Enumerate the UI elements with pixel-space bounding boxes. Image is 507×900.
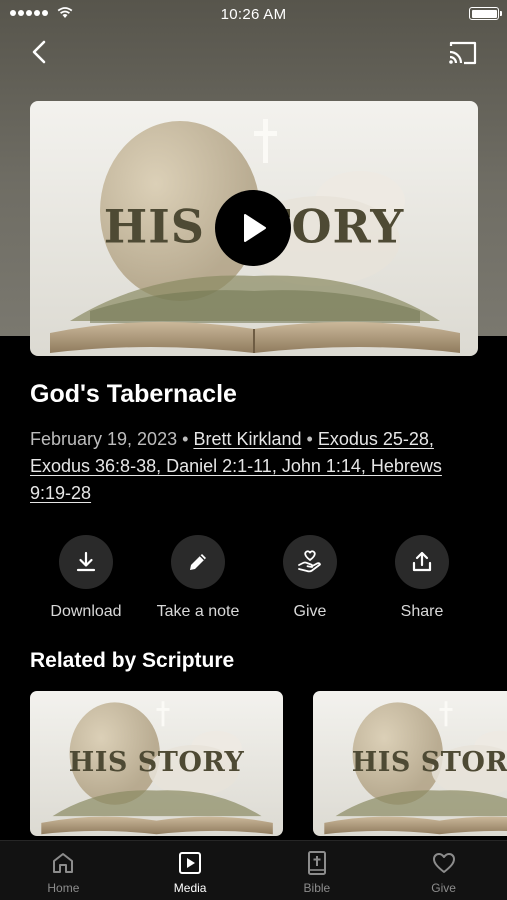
tab-media[interactable]: Media [127, 841, 254, 900]
take-note-label: Take a note [156, 603, 240, 620]
give-hand-heart-icon [298, 550, 321, 573]
related-item-title: HIS STORY [68, 746, 245, 778]
give-button[interactable]: Give [254, 535, 366, 621]
download-icon [76, 551, 96, 572]
take-note-button-circle[interactable] [171, 535, 225, 589]
meta-separator: • [182, 429, 189, 449]
play-button[interactable] [215, 190, 291, 266]
cast-icon [449, 41, 477, 65]
chevron-left-icon [32, 40, 46, 64]
tab-bar: Home Media Bible Give [0, 840, 507, 900]
status-bar: 10:26 AM [0, 0, 507, 28]
sermon-title: God's Tabernacle [30, 380, 237, 408]
bible-icon [307, 851, 326, 875]
action-row: Download Take a note Give Share [30, 535, 478, 621]
related-item-title: HIS STORY [351, 746, 507, 778]
home-icon [53, 853, 74, 873]
share-icon [412, 551, 432, 572]
related-item[interactable]: HIS STORY [30, 691, 283, 836]
cast-button[interactable] [445, 38, 479, 68]
tab-home-label: Home [47, 881, 80, 895]
give-button-circle[interactable] [283, 535, 337, 589]
related-carousel[interactable]: HIS STORY HIS STORY [30, 691, 507, 836]
download-button-circle[interactable] [59, 535, 113, 589]
share-button-circle[interactable] [395, 535, 449, 589]
sermon-artwork[interactable]: HIS STORY [30, 101, 478, 356]
sermon-meta: February 19, 2023 • Brett Kirkland • Exo… [30, 426, 480, 507]
tab-bible[interactable]: Bible [254, 841, 381, 900]
give-label: Give [293, 603, 327, 620]
back-button[interactable] [24, 36, 58, 70]
tab-give-label: Give [431, 881, 456, 895]
tab-bible-label: Bible [303, 881, 331, 895]
heart-icon [432, 853, 455, 873]
download-label: Download [50, 603, 122, 620]
share-label: Share [400, 603, 444, 620]
related-section-title: Related by Scripture [30, 649, 235, 672]
meta-separator: • [306, 429, 313, 449]
tab-home[interactable]: Home [0, 841, 127, 900]
tab-media-label: Media [173, 881, 207, 895]
pencil-icon [190, 554, 206, 570]
tab-give[interactable]: Give [380, 841, 507, 900]
status-time: 10:26 AM [220, 6, 287, 23]
speaker-link[interactable]: Brett Kirkland [193, 429, 301, 449]
share-button[interactable]: Share [366, 535, 478, 621]
sermon-date: February 19, 2023 [30, 429, 178, 449]
media-play-icon [179, 852, 202, 874]
battery-icon [469, 7, 502, 20]
play-icon [244, 214, 266, 242]
related-item[interactable]: HIS STORY [313, 691, 507, 836]
download-button[interactable]: Download [30, 535, 142, 621]
take-note-button[interactable]: Take a note [142, 535, 254, 621]
